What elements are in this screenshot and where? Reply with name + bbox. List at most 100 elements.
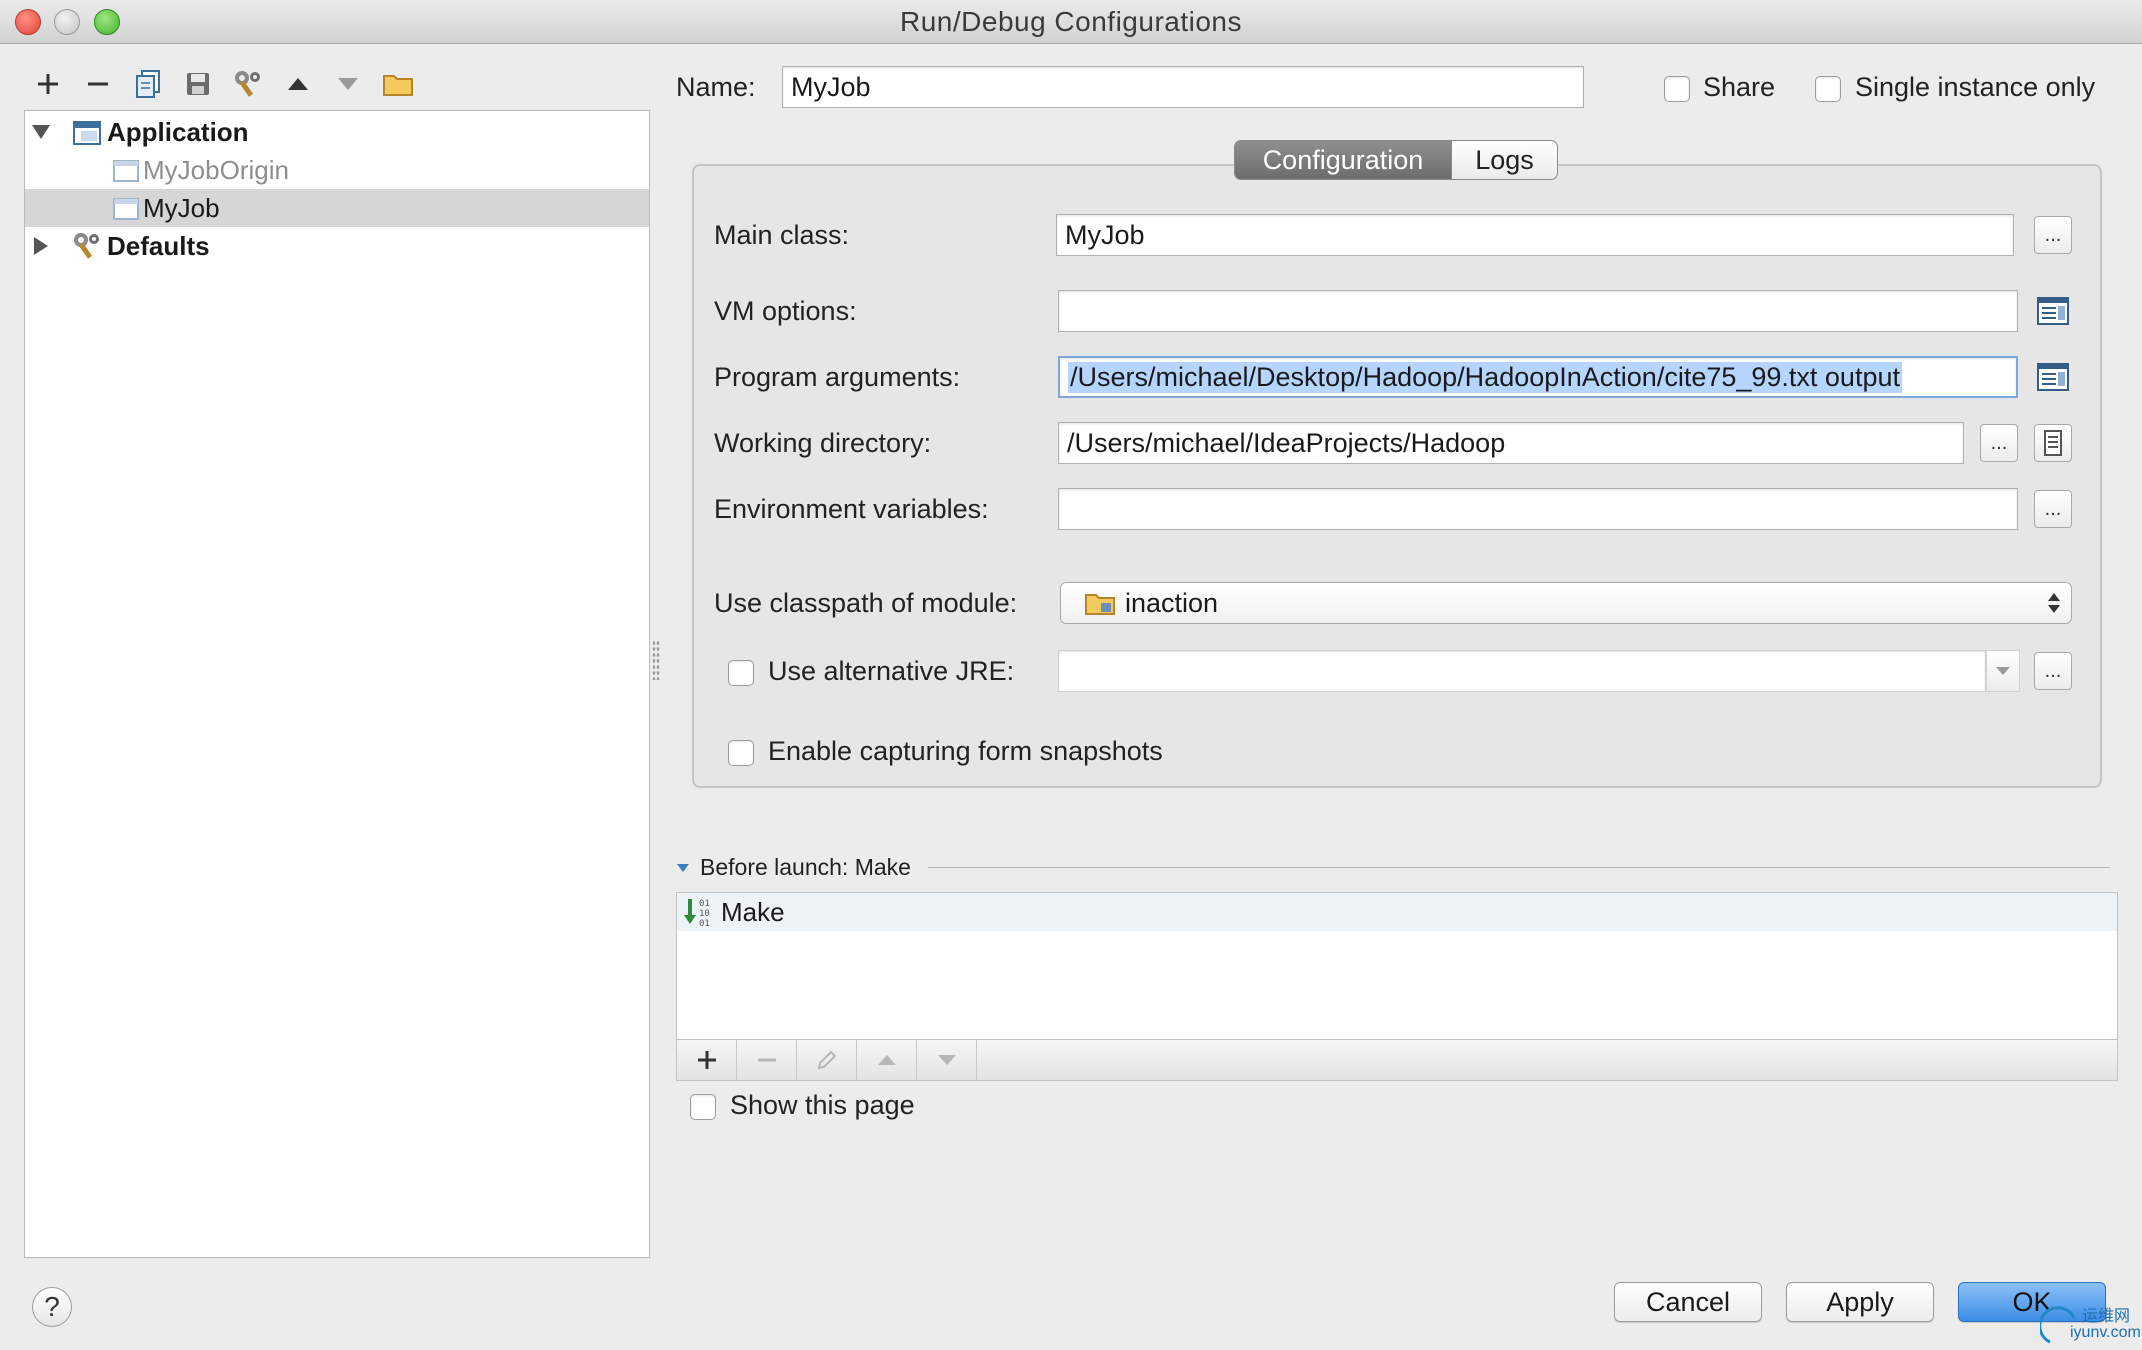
config-tree[interactable]: Application MyJobOrigin MyJob Defaults <box>24 110 650 1258</box>
vm-options-input[interactable] <box>1058 290 2018 332</box>
document-icon <box>2044 430 2062 456</box>
expand-vm-options-button[interactable] <box>2034 292 2072 330</box>
browse-jre-button[interactable]: ... <box>2034 652 2072 690</box>
before-launch-title: Before launch: Make <box>700 854 911 880</box>
module-folder-icon <box>1085 594 1115 615</box>
tab-logs[interactable]: Logs <box>1452 140 1558 180</box>
list-item[interactable]: 01 10 01 Make <box>677 893 2117 931</box>
program-args-label: Program arguments: <box>714 362 961 392</box>
plus-icon <box>697 1051 716 1069</box>
alt-jre-input[interactable] <box>1058 650 1986 692</box>
snapshots-checkbox[interactable] <box>728 740 754 766</box>
title-bar: Run/Debug Configurations <box>0 0 2142 44</box>
remove-config-button[interactable] <box>80 66 116 102</box>
application-config-icon <box>113 198 139 220</box>
program-args-input[interactable]: /Users/michael/Desktop/Hadoop/HadoopInAc… <box>1058 356 2018 398</box>
tree-item-defaults[interactable]: Defaults <box>25 227 649 265</box>
move-task-up-button[interactable] <box>857 1040 917 1080</box>
move-down-button[interactable] <box>330 66 366 102</box>
window-title: Run/Debug Configurations <box>900 6 1242 37</box>
before-launch-header[interactable]: Before launch: Make <box>676 854 911 881</box>
move-task-down-button[interactable] <box>917 1040 977 1080</box>
watermark-text-1: 运维网 <box>2082 1308 2131 1325</box>
working-dir-input[interactable]: /Users/michael/IdeaProjects/Hadoop <box>1058 422 1964 464</box>
wrench-icon <box>235 71 260 97</box>
remove-task-button[interactable] <box>737 1040 797 1080</box>
name-input[interactable]: MyJob <box>782 66 1584 108</box>
minus-icon <box>757 1058 776 1062</box>
move-up-button[interactable] <box>280 66 316 102</box>
browse-main-class-button[interactable]: ... <box>2034 216 2072 254</box>
chevron-right-icon[interactable] <box>33 236 49 256</box>
application-config-icon <box>113 160 139 182</box>
chevron-down-icon <box>1996 667 2010 675</box>
folder-icon <box>383 75 413 96</box>
cancel-button[interactable]: Cancel <box>1614 1282 1762 1322</box>
insert-macro-button[interactable] <box>2034 424 2072 462</box>
help-button[interactable]: ? <box>32 1287 72 1327</box>
single-instance-checkbox[interactable] <box>1815 76 1841 102</box>
tree-item-label: Application <box>107 116 249 147</box>
arrow-down-icon <box>338 78 358 90</box>
vm-options-label: VM options: <box>714 296 857 326</box>
edit-task-button[interactable] <box>797 1040 857 1080</box>
svg-text:01: 01 <box>699 919 710 927</box>
svg-text:10: 10 <box>699 909 710 919</box>
show-page-checkbox[interactable] <box>690 1094 716 1120</box>
edit-env-vars-button[interactable]: ... <box>2034 490 2072 528</box>
chevron-down-icon[interactable] <box>31 124 51 140</box>
tree-item-application[interactable]: Application <box>25 113 649 151</box>
show-page-label: Show this page <box>730 1090 915 1120</box>
add-config-button[interactable] <box>30 66 66 102</box>
add-task-button[interactable] <box>677 1040 737 1080</box>
application-icon <box>73 121 101 145</box>
browse-working-dir-button[interactable]: ... <box>1980 424 2018 462</box>
edit-defaults-button[interactable] <box>230 66 266 102</box>
wrench-icon <box>74 233 99 259</box>
create-folder-button[interactable] <box>380 66 416 102</box>
tree-item-label: Defaults <box>107 230 210 261</box>
pencil-icon <box>817 1050 836 1070</box>
make-icon: 011001 <box>684 899 710 927</box>
tree-item-label: MyJob <box>143 192 220 223</box>
expand-program-args-button[interactable] <box>2034 358 2072 396</box>
share-label: Share <box>1703 72 1776 102</box>
plus-icon <box>38 74 58 94</box>
single-instance-label: Single instance only <box>1855 72 2096 102</box>
configuration-panel <box>692 164 2102 788</box>
arrow-up-icon <box>877 1055 896 1065</box>
watermark-logo: 运维网 iyunv.com <box>2038 1302 2141 1348</box>
before-launch-divider <box>928 867 2110 868</box>
classpath-module-select[interactable]: inaction <box>1060 582 2072 624</box>
before-launch-toolbar <box>676 1039 2118 1081</box>
snapshots-label: Enable capturing form snapshots <box>768 736 1163 766</box>
tree-item-myjob[interactable]: MyJob <box>25 189 649 227</box>
arrow-down-icon <box>937 1055 956 1065</box>
save-icon <box>187 73 209 95</box>
main-class-input[interactable]: MyJob <box>1056 214 2014 256</box>
classpath-label: Use classpath of module: <box>714 588 1018 618</box>
main-class-label: Main class: <box>714 220 850 250</box>
working-dir-label: Working directory: <box>714 428 932 458</box>
apply-button[interactable]: Apply <box>1786 1282 1934 1322</box>
expand-text-icon <box>2037 297 2069 325</box>
program-args-value: /Users/michael/Desktop/Hadoop/HadoopInAc… <box>1068 361 1902 393</box>
arrow-up-icon <box>288 78 308 90</box>
copy-config-button[interactable] <box>130 66 166 102</box>
share-checkbox[interactable] <box>1664 76 1690 102</box>
panel-splitter[interactable] <box>652 640 660 680</box>
tab-configuration[interactable]: Configuration <box>1234 140 1452 180</box>
alt-jre-checkbox[interactable] <box>728 660 754 686</box>
save-config-button[interactable] <box>180 66 216 102</box>
classpath-module-value: inaction <box>1125 587 1219 618</box>
alt-jre-label: Use alternative JRE: <box>768 656 1015 686</box>
tree-item-myjoborigin[interactable]: MyJobOrigin <box>25 151 649 189</box>
watermark-text-2: iyunv.com <box>2070 1324 2141 1341</box>
name-label: Name: <box>676 72 756 102</box>
select-arrows-icon <box>2048 593 2060 613</box>
alt-jre-dropdown[interactable] <box>1986 650 2020 692</box>
chevron-down-icon <box>677 863 689 872</box>
env-vars-input[interactable] <box>1058 488 2018 530</box>
expand-text-icon <box>2037 363 2069 391</box>
env-vars-label: Environment variables: <box>714 494 989 524</box>
